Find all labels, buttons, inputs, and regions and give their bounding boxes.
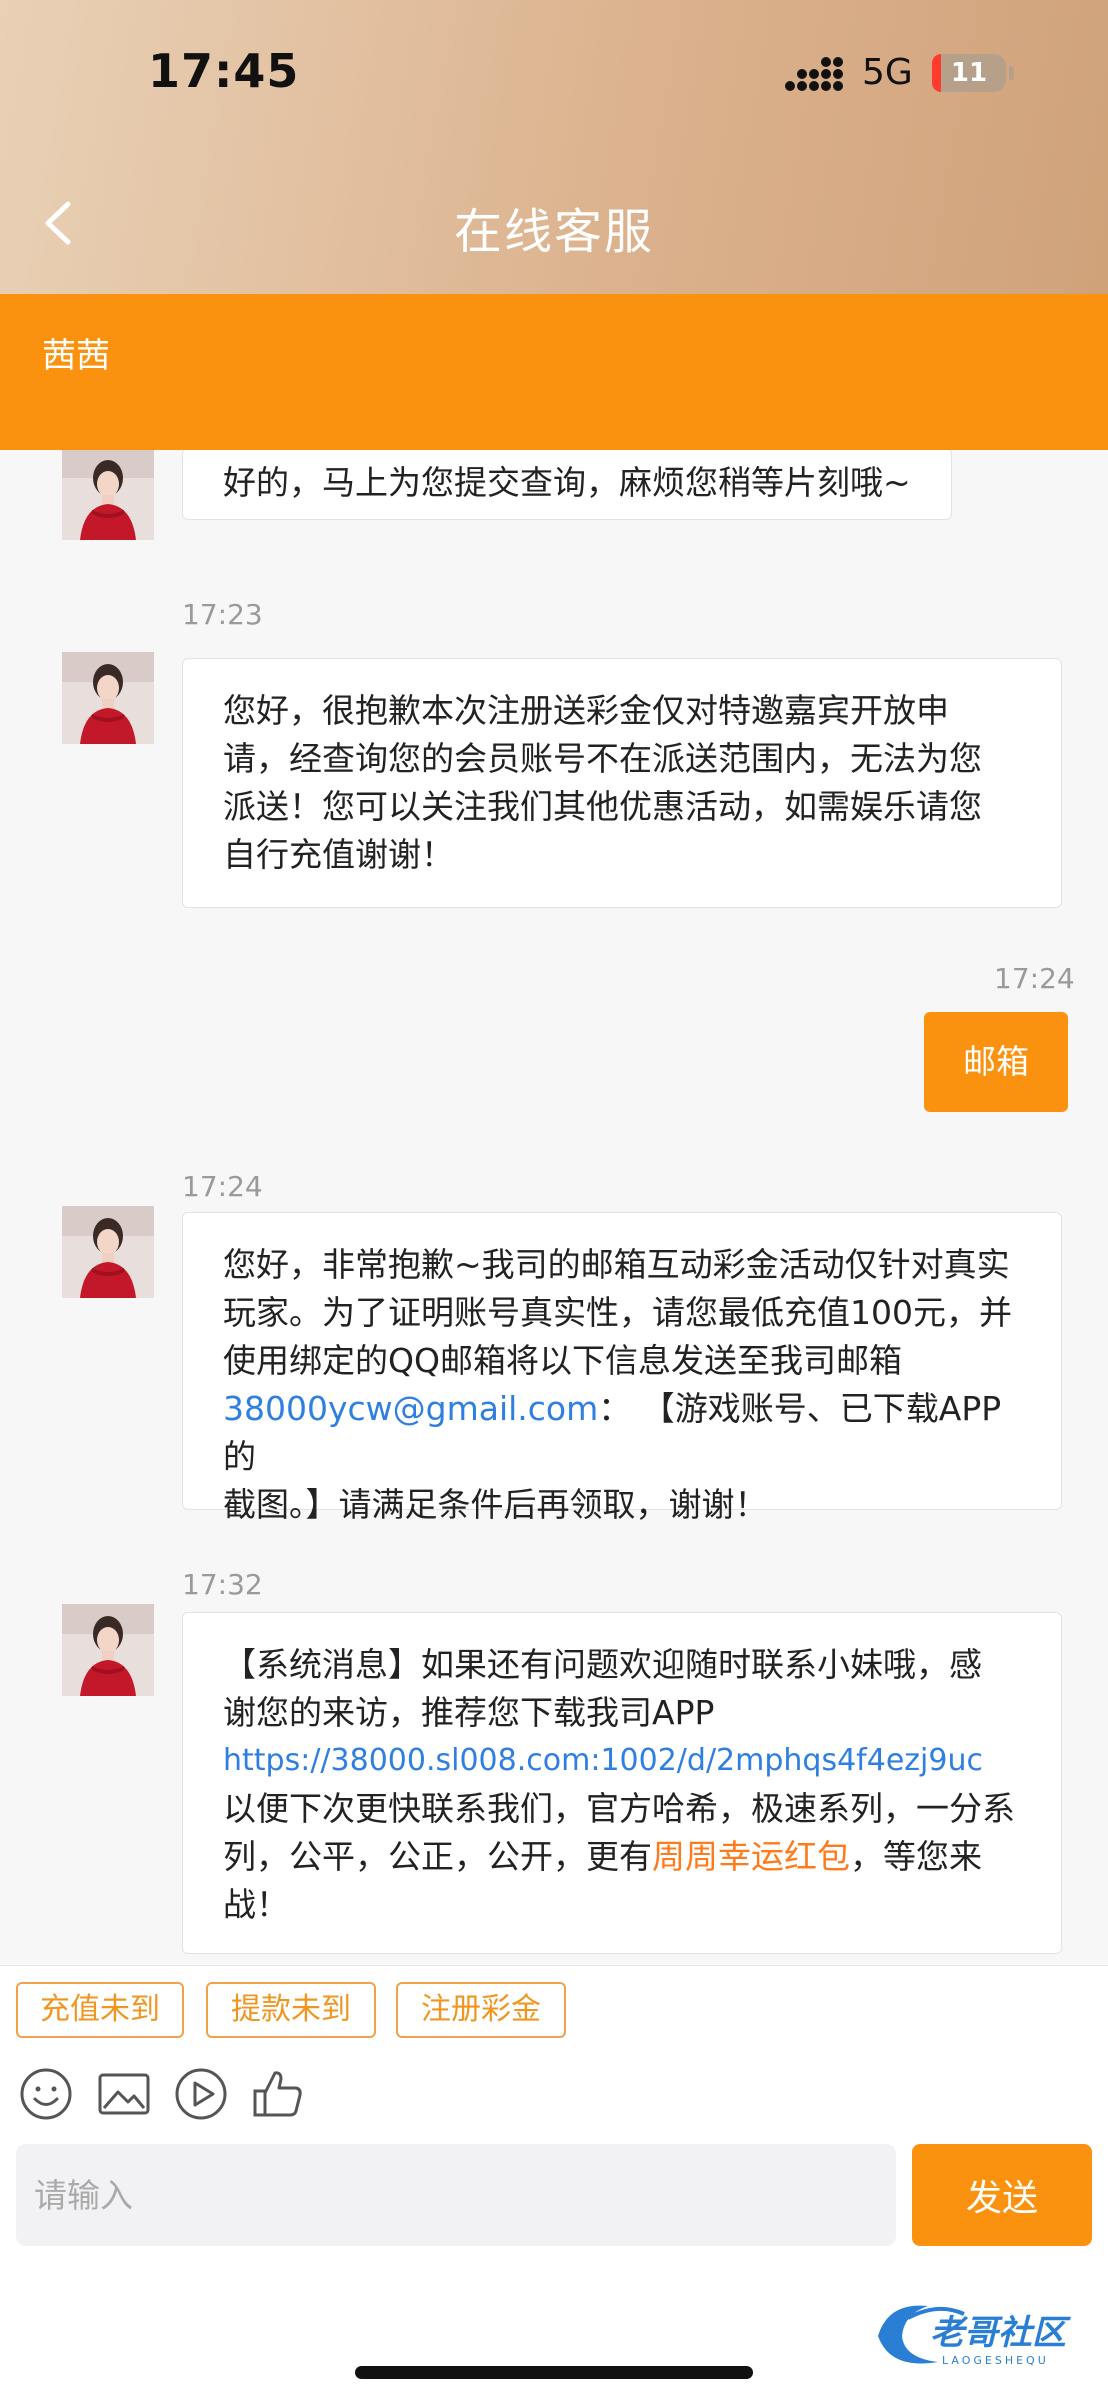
message-line: 【系统消息】如果还有问题欢迎随时联系小妹哦，感 bbox=[223, 1645, 982, 1684]
message-line: 谢您的来访，推荐您下载我司APP bbox=[223, 1693, 715, 1732]
battery-icon: 11 bbox=[932, 54, 1006, 92]
message-text: ，等您来 bbox=[850, 1837, 982, 1876]
quick-reply-withdraw[interactable]: 提款未到 bbox=[206, 1982, 376, 2038]
svg-text:老哥社区: 老哥社区 bbox=[930, 2313, 1071, 2353]
message-timestamp: 17:32 bbox=[182, 1568, 263, 1601]
svg-text:LAOGESHEQU: LAOGESHEQU bbox=[942, 2354, 1049, 2367]
message-timestamp: 17:23 bbox=[182, 598, 263, 631]
quick-reply-bonus[interactable]: 注册彩金 bbox=[396, 1982, 566, 2038]
message-line: 战！ bbox=[223, 1885, 289, 1924]
battery-percent: 11 bbox=[950, 58, 988, 88]
message-line: 自行充值谢谢！ bbox=[223, 835, 454, 874]
message-bubble: 您好，非常抱歉~我司的邮箱互动彩金活动仅针对真实 玩家。为了证明账号真实性，请您… bbox=[182, 1212, 1062, 1524]
thumbs-up-icon[interactable] bbox=[250, 2066, 306, 2122]
promo-highlight: 周周幸运红包 bbox=[652, 1837, 850, 1876]
video-icon[interactable] bbox=[173, 2066, 229, 2122]
quick-reply-recharge[interactable]: 充值未到 bbox=[16, 1982, 184, 2038]
message-timestamp: 17:24 bbox=[182, 1170, 263, 1203]
agent-avatar bbox=[62, 652, 154, 744]
agent-avatar bbox=[62, 1604, 154, 1696]
message-line: 38000ycw@gmail.com： 【游戏账号、已下载APP的 bbox=[223, 1385, 1021, 1481]
message-line: 以便下次更快联系我们，官方哈希，极速系列，一分系 bbox=[223, 1789, 1015, 1828]
agent-avatar bbox=[62, 1206, 154, 1298]
message-bubble: 好的，马上为您提交查询，麻烦您稍等片刻哦~ bbox=[182, 450, 952, 520]
message-input[interactable] bbox=[16, 2144, 896, 2246]
page-title: 在线客服 bbox=[453, 204, 654, 260]
image-icon[interactable] bbox=[96, 2066, 152, 2122]
message-bubble: 您好，很抱歉本次注册送彩金仅对特邀嘉宾开放申 请，经查询您的会员账号不在派送范围… bbox=[182, 658, 1062, 908]
message-text: 好的，马上为您提交查询，麻烦您稍等片刻哦~ bbox=[223, 463, 911, 502]
agent-bar bbox=[0, 294, 1108, 450]
watermark-logo: 老哥社区 LAOGESHEQU bbox=[878, 2305, 1071, 2367]
agent-avatar bbox=[62, 450, 154, 540]
cellular-signal-icon bbox=[785, 57, 843, 91]
emoji-icon[interactable] bbox=[18, 2066, 74, 2122]
network-type: 5G bbox=[862, 52, 913, 93]
message-line: 您好，非常抱歉~我司的邮箱互动彩金活动仅针对真实 bbox=[223, 1245, 1010, 1284]
battery-cap bbox=[1009, 66, 1014, 80]
download-link[interactable]: https://38000.sl008.com:1002/d/2mphqs4f4… bbox=[223, 1737, 1021, 1785]
home-indicator[interactable] bbox=[355, 2366, 753, 2379]
email-link[interactable]: 38000ycw@gmail.com bbox=[223, 1389, 598, 1428]
message-text: 列，公平，公正，公开，更有 bbox=[223, 1837, 652, 1876]
message-timestamp: 17:24 bbox=[994, 962, 1075, 995]
send-button[interactable]: 发送 bbox=[912, 2144, 1092, 2246]
chat-area[interactable]: 好的，马上为您提交查询，麻烦您稍等片刻哦~ 17:23 您好，很抱歉本次注册送彩… bbox=[0, 450, 1108, 1965]
message-line: 列，公平，公正，公开，更有周周幸运红包，等您来 bbox=[223, 1833, 1021, 1881]
message-bubble: 【系统消息】如果还有问题欢迎随时联系小妹哦，感 谢您的来访，推荐您下载我司APP… bbox=[182, 1612, 1062, 1954]
message-line: 玩家。为了证明账号真实性，请您最低充值100元，并 bbox=[223, 1293, 1012, 1332]
agent-name: 茜茜 bbox=[42, 336, 110, 376]
message-line: 您好，很抱歉本次注册送彩金仅对特邀嘉宾开放申 bbox=[223, 691, 949, 730]
top-header: 17:45 5G 11 在线客服 bbox=[0, 0, 1108, 294]
message-line: 截图。】请满足条件后再领取，谢谢！ bbox=[223, 1485, 768, 1524]
message-line: 请，经查询您的会员账号不在派送范围内，无法为您 bbox=[223, 739, 982, 778]
message-line: 使用绑定的QQ邮箱将以下信息发送至我司邮箱 bbox=[223, 1341, 902, 1380]
message-line: 派送！您可以关注我们其他优惠活动，如需娱乐请您 bbox=[223, 787, 982, 826]
user-message-bubble: 邮箱 bbox=[924, 1012, 1068, 1112]
status-time: 17:45 bbox=[148, 44, 300, 98]
